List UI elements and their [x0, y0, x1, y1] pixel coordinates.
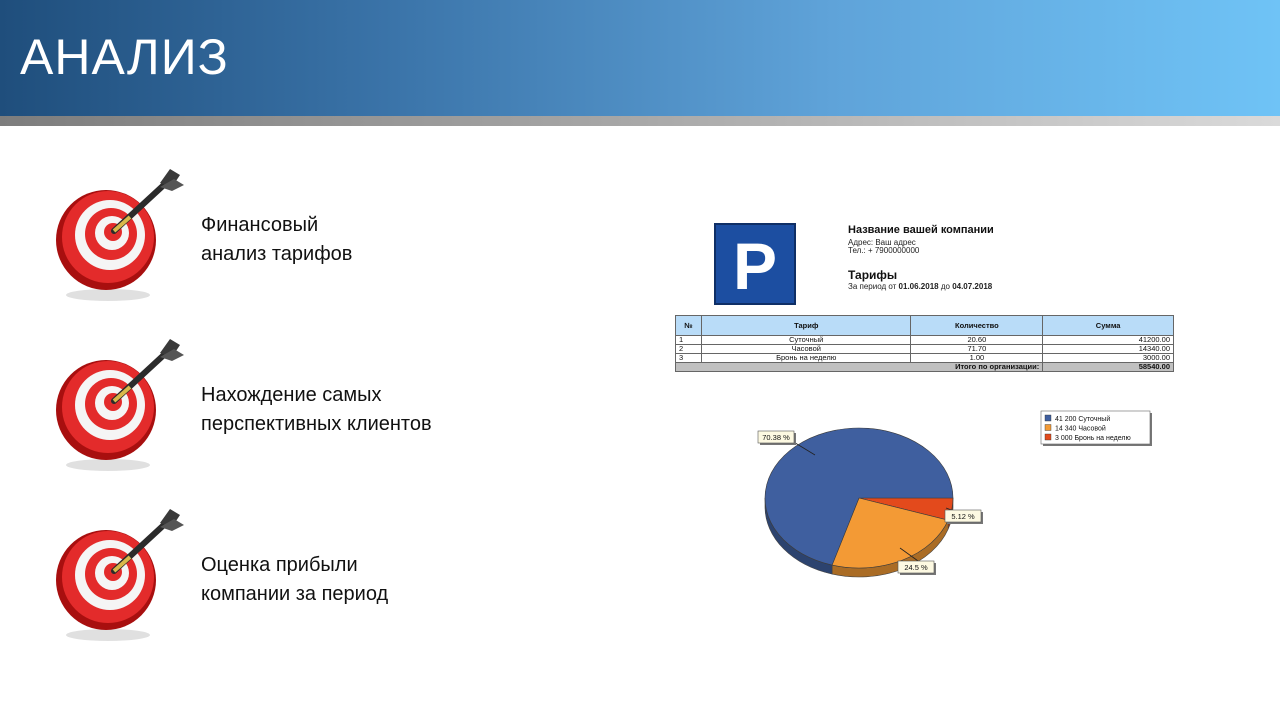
legend-swatch	[1044, 414, 1052, 422]
bullet-text-clients: Нахождение самых перспективных клиентов	[201, 381, 432, 439]
legend-entry: 14 340 Часовой	[1055, 425, 1106, 433]
target-icon	[56, 339, 184, 471]
bullet-line: Оценка прибыли	[201, 554, 358, 576]
legend-entry: 41 200 Суточный	[1055, 415, 1110, 423]
tariff-table: № Тариф Количество Сумма 1 Суточный 20.6…	[674, 315, 1174, 372]
parking-logo-letter: P	[732, 229, 778, 303]
bullet-line: анализ тарифов	[201, 243, 353, 265]
table-row: 3 Бронь на неделю 1.00 3000.00	[675, 353, 1174, 363]
table-cell: Бронь на неделю	[700, 353, 912, 363]
parking-logo: P	[714, 223, 796, 305]
legend-swatch	[1044, 433, 1052, 441]
pie-percent-label: 70.38 %	[762, 433, 790, 442]
report-title: Тарифы	[848, 268, 898, 282]
company-name: Название вашей компании	[848, 224, 994, 236]
company-phone: Тел.: + 7900000000	[848, 246, 920, 255]
slide-title: АНАЛИЗ	[20, 29, 229, 85]
period-mid: до	[940, 282, 950, 291]
period-to: 04.07.2018	[952, 282, 993, 291]
bullet-text-tariff-analysis: Финансовый анализ тарифов	[201, 211, 352, 269]
period-prefix: За период от	[848, 282, 897, 291]
column-header: №	[675, 315, 702, 336]
header-divider	[0, 116, 1280, 126]
table-cell: 3	[675, 353, 702, 363]
bullet-line: Нахождение самых	[201, 384, 382, 406]
legend-swatch	[1044, 424, 1052, 431]
table-total-row: Итого по организации: 58540.00	[674, 362, 1174, 372]
column-header: Тариф	[700, 315, 912, 336]
pie-chart: 70.38 % 24.5 % 5.12 % 41 200 Суточный 14 340…	[757, 410, 1152, 578]
total-label: Итого по организации:	[674, 362, 1044, 372]
table-row: 1 Суточный 20.60 41200.00	[675, 335, 1174, 345]
target-icon	[56, 169, 184, 301]
bullet-text-profit: Оценка прибыли компании за период	[201, 551, 388, 609]
period-from: 01.06.2018	[898, 282, 939, 291]
table-row: 2 Часовой 71.70 14340.00	[675, 344, 1174, 354]
bullet-line: Финансовый	[201, 214, 319, 236]
column-header: Количество	[910, 315, 1044, 336]
bullet-line: компании за период	[201, 583, 389, 605]
column-header: Сумма	[1042, 315, 1174, 336]
pie-percent-label: 5.12 %	[951, 512, 975, 521]
bullet-line: перспективных клиентов	[201, 413, 432, 435]
pie-percent-label: 24.5 %	[904, 563, 928, 572]
legend-entry: 3 000 Бронь на неделю	[1055, 435, 1131, 442]
slide-header: АНАЛИЗ	[0, 0, 1280, 116]
table-header-row: № Тариф Количество Сумма	[675, 315, 1174, 336]
total-value: 58540.00	[1042, 362, 1174, 372]
report-period: За период от 01.06.2018 до 04.07.2018	[848, 282, 992, 291]
target-icon	[56, 509, 184, 641]
